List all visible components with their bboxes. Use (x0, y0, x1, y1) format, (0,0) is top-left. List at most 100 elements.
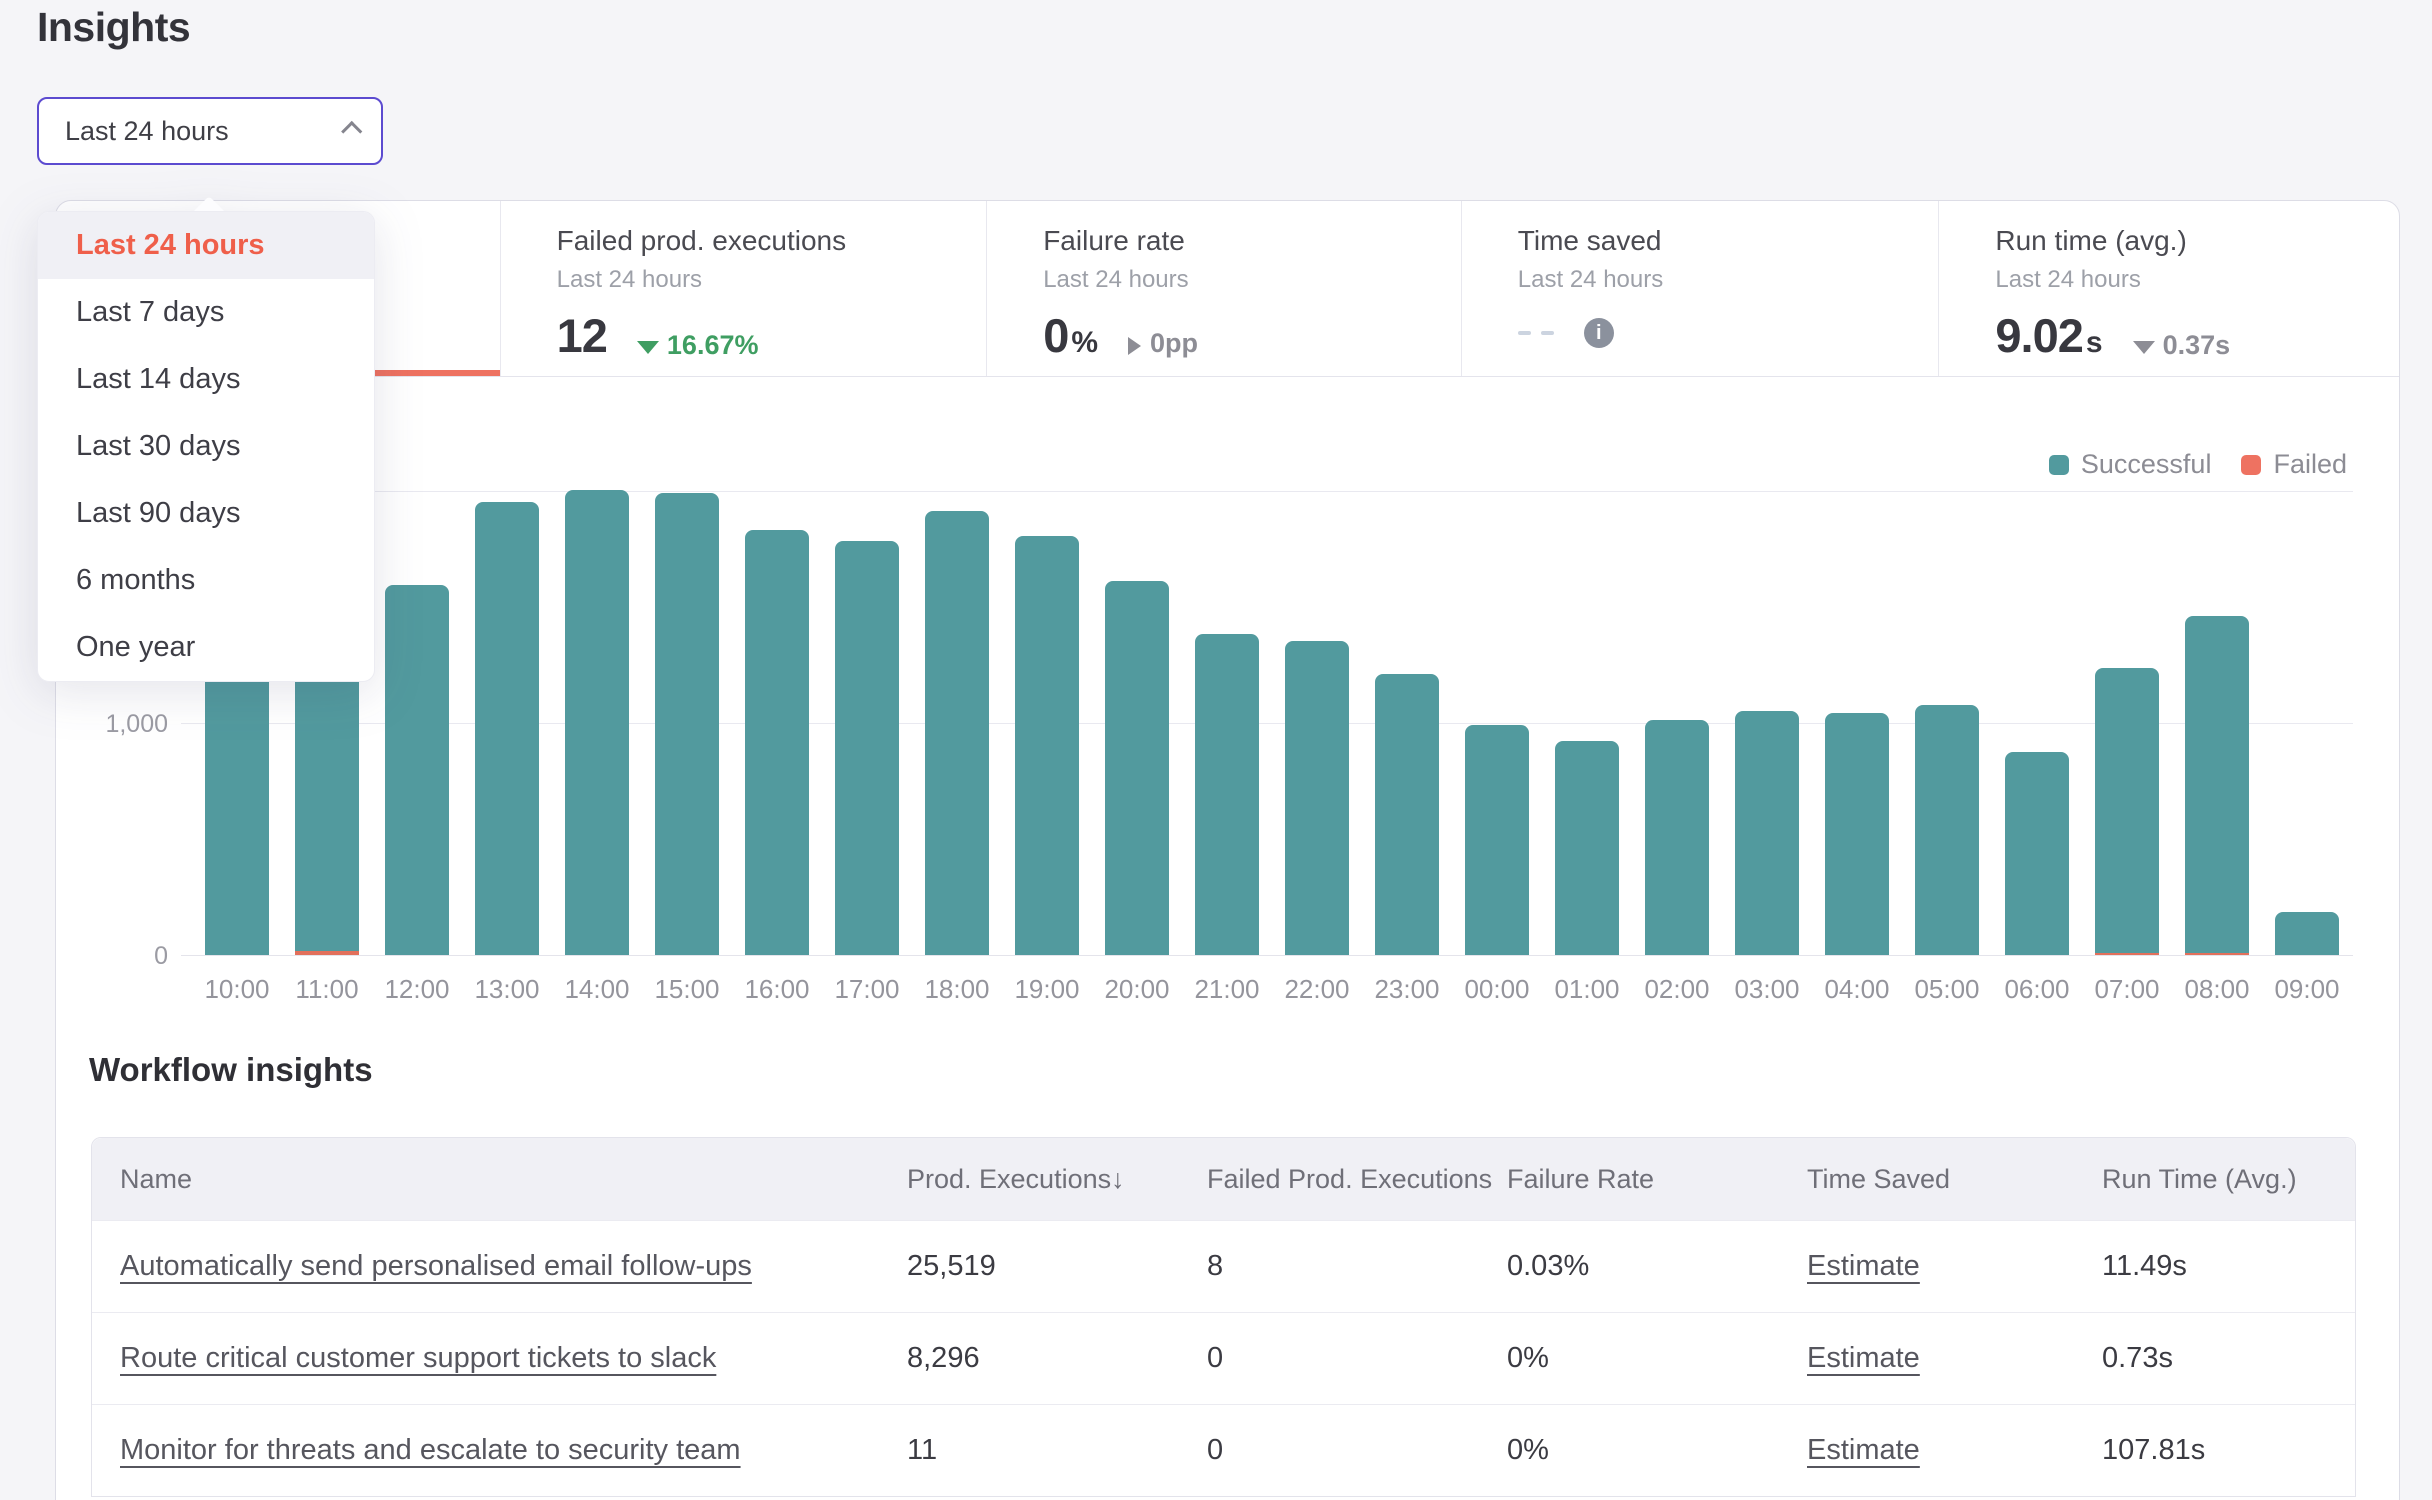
chart-bar-03:00[interactable] (1735, 711, 1799, 955)
chart-bar-15:00[interactable] (655, 493, 719, 955)
menu-item-last-14-days[interactable]: Last 14 days (38, 346, 374, 413)
cell-run_time_avg: 0.73s (2102, 1342, 2173, 1374)
menu-item-last-90-days[interactable]: Last 90 days (38, 480, 374, 547)
stat-delta: 0pp (1128, 328, 1198, 359)
stat-delta: 0.37s (2133, 330, 2231, 361)
triangle-right-icon (1128, 337, 1141, 355)
column-header-prod-executions[interactable]: Prod. Executions↓ (907, 1164, 1207, 1195)
estimate-link[interactable]: Estimate (1807, 1342, 1920, 1374)
chart-legend: Successful Failed (2049, 449, 2347, 480)
column-header-failed-prod-executions[interactable]: Failed Prod. Executions (1207, 1164, 1507, 1195)
gridline (181, 491, 2353, 492)
estimate-link[interactable]: Estimate (1807, 1434, 1920, 1466)
legend-label: Successful (2081, 449, 2212, 480)
menu-item-last-30-days[interactable]: Last 30 days (38, 413, 374, 480)
cell-failed_prod_executions: 0 (1207, 1342, 1223, 1374)
cell-failure_rate: 0% (1507, 1434, 1549, 1466)
chart-bar-12:00[interactable] (385, 585, 449, 955)
stat-card-failed-executions[interactable]: Failed prod. executions Last 24 hours 12… (501, 201, 988, 376)
workflow-name-link[interactable]: Route critical customer support tickets … (120, 1342, 716, 1374)
x-axis-label: 14:00 (547, 974, 647, 1005)
stat-title: Run time (avg.) (1995, 225, 2399, 257)
chart-bar-11:00[interactable] (295, 665, 359, 955)
x-axis-label: 03:00 (1717, 974, 1817, 1005)
x-axis-label: 23:00 (1357, 974, 1457, 1005)
chart-bar-16:00[interactable] (745, 530, 809, 955)
insights-page: Insights Last 24 hours Failed prod. exec… (0, 0, 2432, 1500)
stat-period: Last 24 hours (1995, 266, 2399, 294)
workflow-name-link[interactable]: Automatically send personalised email fo… (120, 1250, 752, 1282)
legend-item-successful[interactable]: Successful (2049, 449, 2212, 480)
chart-bar-20:00[interactable] (1105, 581, 1169, 955)
chart-bar-00:00[interactable] (1465, 725, 1529, 955)
estimate-link[interactable]: Estimate (1807, 1250, 1920, 1282)
table-row: Route critical customer support tickets … (92, 1312, 2355, 1404)
column-header-name[interactable]: Name (92, 1164, 907, 1195)
stat-value-suffix: s (2086, 326, 2103, 360)
y-axis-label: 1,000 (55, 709, 168, 739)
chart-bar-17:00[interactable] (835, 541, 899, 955)
menu-item-one-year[interactable]: One year (38, 614, 374, 681)
chart-bar-06:00[interactable] (2005, 752, 2069, 955)
x-axis-label: 02:00 (1627, 974, 1727, 1005)
chart-bar-13:00[interactable] (475, 502, 539, 955)
stat-delta-text: 0pp (1150, 328, 1198, 359)
time-range-select[interactable]: Last 24 hours (37, 97, 383, 165)
cell-run_time_avg: 107.81s (2102, 1434, 2205, 1466)
legend-label: Failed (2273, 449, 2347, 480)
legend-item-failed[interactable]: Failed (2241, 449, 2347, 480)
cell-prod_executions: 25,519 (907, 1250, 996, 1282)
stat-card-time-saved[interactable]: Time saved Last 24 hours i (1462, 201, 1940, 376)
chart-bar-19:00[interactable] (1015, 536, 1079, 955)
cell-failure_rate: 0% (1507, 1342, 1549, 1374)
cell-failure_rate: 0.03% (1507, 1250, 1589, 1282)
chevron-up-icon (341, 120, 362, 141)
chart-bar-07:00[interactable] (2095, 668, 2159, 955)
x-axis-label: 05:00 (1897, 974, 1997, 1005)
executions-chart: 10:0011:0012:0013:0014:0015:0016:0017:00… (181, 491, 2353, 956)
time-range-menu: Last 24 hoursLast 7 daysLast 14 daysLast… (37, 211, 375, 682)
menu-item-6-months[interactable]: 6 months (38, 547, 374, 614)
workflow-insights-table: NameProd. Executions↓Failed Prod. Execut… (91, 1137, 2356, 1497)
time-saved-empty-dash (1541, 331, 1554, 335)
chart-bar-01:00[interactable] (1555, 741, 1619, 955)
cell-prod_executions: 11 (907, 1434, 937, 1466)
x-axis-label: 09:00 (2257, 974, 2357, 1005)
cell-failed_prod_executions: 0 (1207, 1434, 1223, 1466)
page-title: Insights (37, 4, 190, 51)
chart-bar-10:00[interactable] (205, 669, 269, 955)
menu-item-last-7-days[interactable]: Last 7 days (38, 279, 374, 346)
chart-bar-23:00[interactable] (1375, 674, 1439, 955)
menu-item-last-24-hours[interactable]: Last 24 hours (38, 212, 374, 279)
chart-bar-22:00[interactable] (1285, 641, 1349, 955)
cell-prod_executions: 8,296 (907, 1342, 980, 1374)
time-saved-empty-dash (1518, 331, 1531, 335)
workflow-name-link[interactable]: Monitor for threats and escalate to secu… (120, 1434, 741, 1466)
chart-bar-08:00[interactable] (2185, 616, 2249, 955)
chart-bar-21:00[interactable] (1195, 634, 1259, 955)
x-axis-label: 18:00 (907, 974, 1007, 1005)
chart-bar-04:00[interactable] (1825, 713, 1889, 955)
x-axis-label: 11:00 (277, 974, 377, 1005)
stat-card-run-time[interactable]: Run time (avg.) Last 24 hours 9.02 s 0.3… (1939, 201, 2399, 376)
chart-bar-14:00[interactable] (565, 490, 629, 955)
stat-period: Last 24 hours (557, 266, 987, 294)
column-header-failure-rate[interactable]: Failure Rate (1507, 1164, 1807, 1195)
x-axis-label: 04:00 (1807, 974, 1907, 1005)
stat-value: 9.02 (1995, 308, 2082, 363)
stat-card-failure-rate[interactable]: Failure rate Last 24 hours 0 % 0pp (987, 201, 1462, 376)
column-header-time-saved[interactable]: Time Saved (1807, 1164, 2102, 1195)
chart-bar-09:00[interactable] (2275, 912, 2339, 955)
chart-bar-02:00[interactable] (1645, 720, 1709, 955)
chart-bar-05:00[interactable] (1915, 705, 1979, 955)
info-icon[interactable]: i (1584, 318, 1614, 348)
chart-bar-18:00[interactable] (925, 511, 989, 955)
x-axis-label: 21:00 (1177, 974, 1277, 1005)
column-header-run-time-avg-[interactable]: Run Time (Avg.) (2102, 1164, 2355, 1195)
stat-title: Failed prod. executions (557, 225, 987, 257)
x-axis-label: 07:00 (2077, 974, 2177, 1005)
x-axis-label: 06:00 (1987, 974, 2087, 1005)
stat-period: Last 24 hours (1043, 266, 1461, 294)
x-axis-label: 19:00 (997, 974, 1097, 1005)
stat-value: 0 (1043, 308, 1068, 363)
